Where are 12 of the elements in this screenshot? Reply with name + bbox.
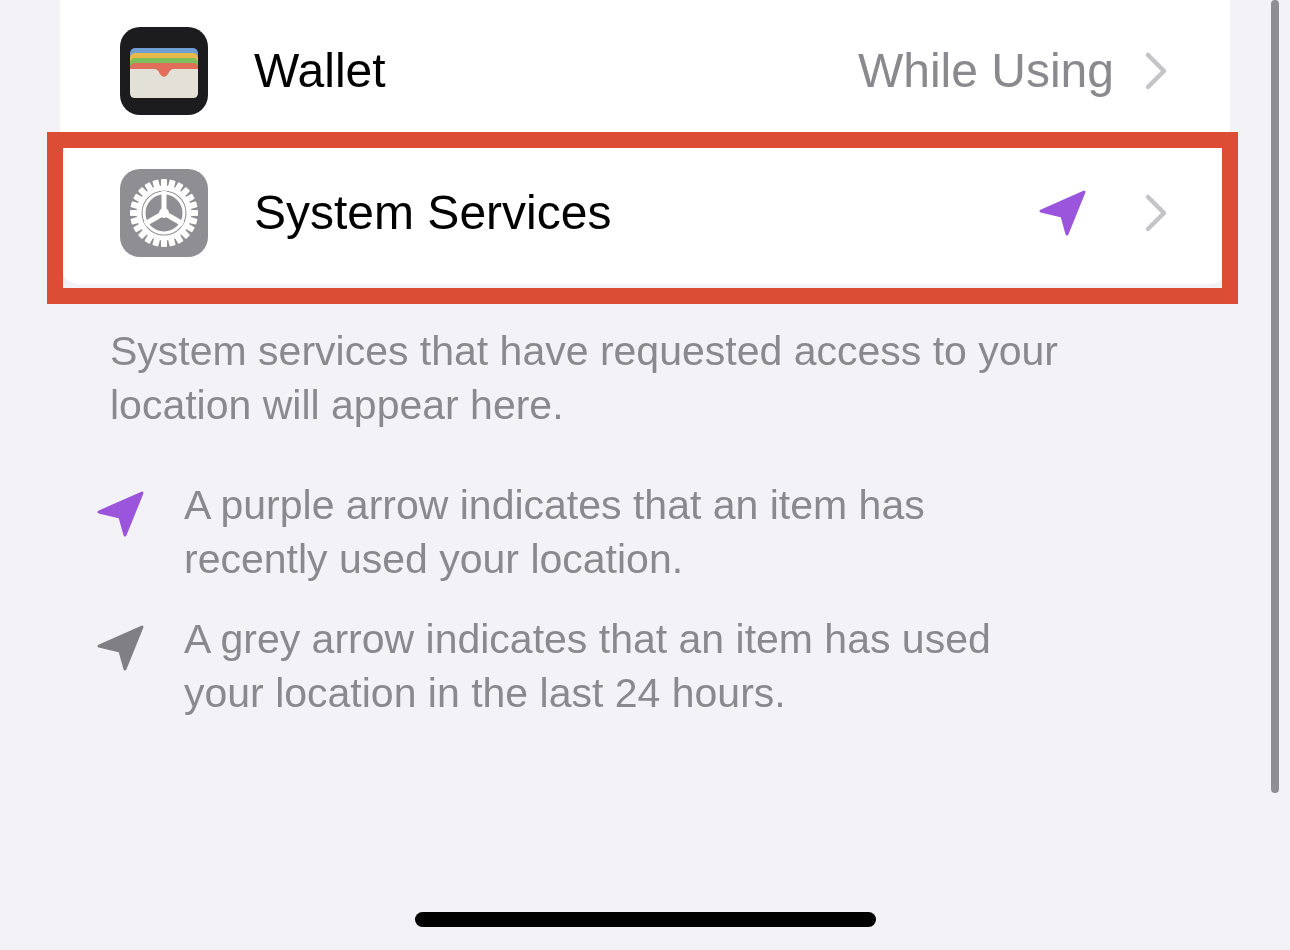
legend-text: A grey arrow indicates that an item has used your location in the last 24 hours. [184, 615, 992, 718]
chevron-icon [1144, 51, 1168, 91]
row-title: System Services [254, 185, 613, 241]
settings-row[interactable]: System Services [60, 142, 1230, 284]
chevron-icon [1144, 193, 1168, 233]
legend-text: A purple arrow indicates that an item has recently used your location. [184, 481, 926, 584]
wallet-icon [120, 27, 208, 115]
settings-row[interactable]: Wallet While Using [60, 0, 1230, 142]
row-value: While Using [857, 43, 1114, 99]
gear-icon [120, 169, 208, 257]
row-title: Wallet [254, 43, 387, 99]
footer-text: System services that have requested access to your location will appear here. [110, 327, 1059, 430]
